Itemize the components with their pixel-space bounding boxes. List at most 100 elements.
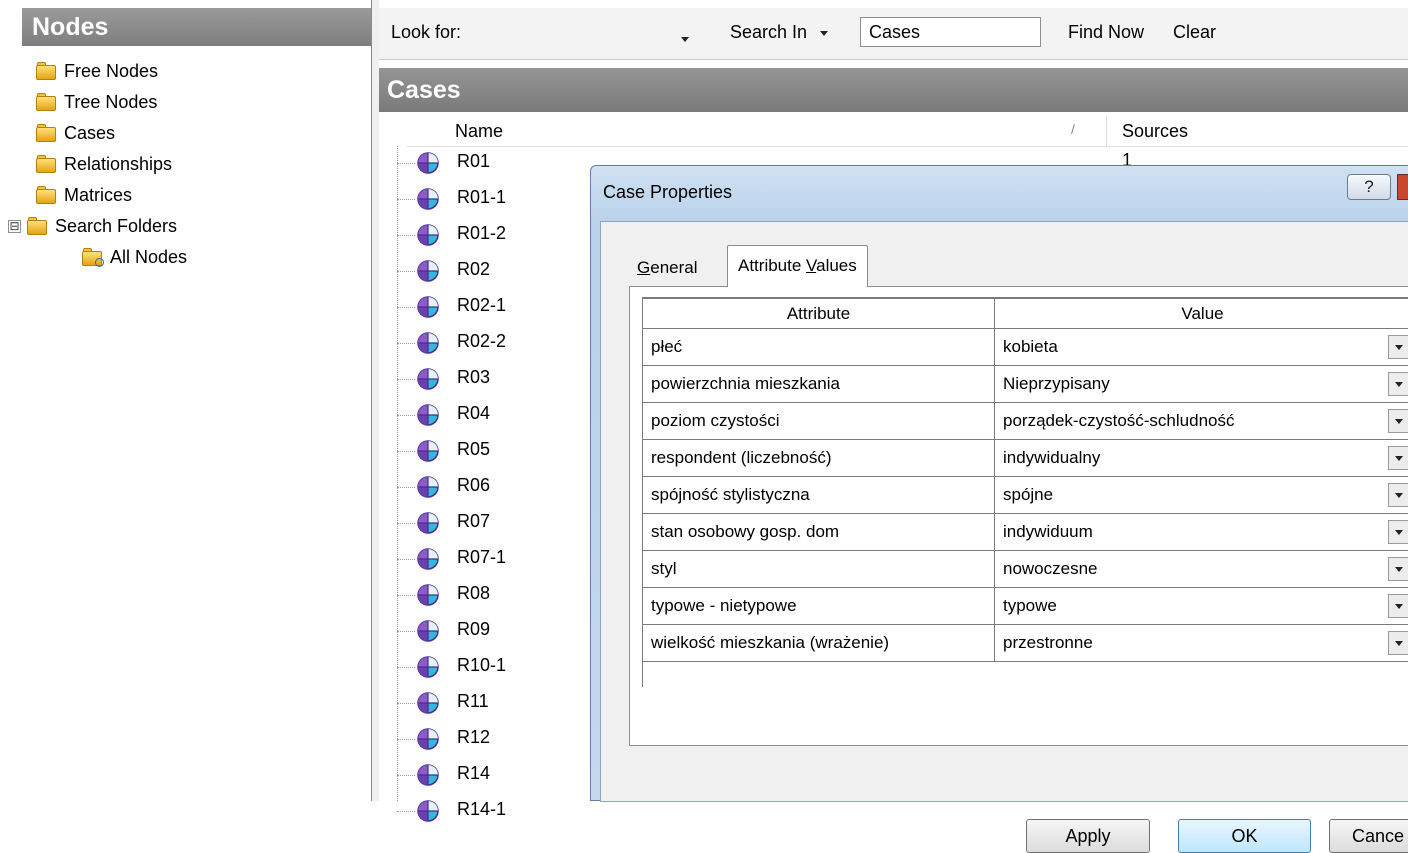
look-for-dropdown[interactable] (681, 28, 689, 49)
case-name: R05 (457, 439, 490, 460)
search-in-button[interactable]: Search In (730, 22, 828, 43)
nav-item-cases[interactable]: Cases (36, 118, 115, 148)
sources-column-header[interactable]: Sources (1122, 121, 1188, 142)
case-name: R03 (457, 367, 490, 388)
attribute-name: wielkość mieszkania (wrażenie) (643, 625, 995, 662)
dialog-body: General Attribute Values Attribute Value… (600, 221, 1408, 802)
attribute-row: poziom czystości porządek-czystość-schlud… (643, 403, 1408, 440)
nav-item-free-nodes[interactable]: Free Nodes (36, 56, 158, 86)
sort-indicator-icon: / (1071, 121, 1075, 137)
nav-item-relationships[interactable]: Relationships (36, 149, 172, 179)
attribute-value-dropdown[interactable]: kobieta (995, 329, 1408, 366)
tree-connector (397, 739, 415, 740)
tab-attribute-values[interactable]: Attribute Values (727, 245, 868, 287)
case-name: R01-1 (457, 187, 506, 208)
cancel-button[interactable]: Cance (1329, 819, 1408, 853)
value-column-header: Value (995, 298, 1408, 329)
case-icon (417, 656, 439, 678)
chevron-down-icon[interactable] (1388, 594, 1408, 618)
close-button[interactable] (1397, 174, 1408, 200)
clear-button[interactable]: Clear (1173, 22, 1216, 43)
attribute-value-dropdown[interactable]: indywidualny (995, 440, 1408, 477)
case-icon (417, 800, 439, 822)
column-divider[interactable] (1106, 116, 1107, 146)
attribute-value: przestronne (1003, 633, 1093, 652)
attribute-values-grid: Attribute Value płećkobietapowierzchnia … (642, 297, 1408, 662)
search-in-label: Search In (730, 22, 807, 42)
nav-item-search-folders[interactable]: ⊟Search Folders (8, 211, 177, 241)
chevron-down-icon[interactable] (1388, 372, 1408, 396)
tree-connector (397, 559, 415, 560)
tree-connector (397, 307, 415, 308)
folder-icon (36, 123, 58, 143)
chevron-down-icon[interactable] (1388, 557, 1408, 581)
apply-button[interactable]: Apply (1026, 819, 1150, 853)
tab-attr-label-pre: Attribute (738, 256, 806, 275)
tree-connector (397, 271, 415, 272)
folder-icon (36, 185, 58, 205)
case-icon (417, 152, 439, 174)
case-icon (417, 512, 439, 534)
tree-connector (397, 811, 415, 812)
case-icon (417, 728, 439, 750)
attribute-value-dropdown[interactable]: typowe (995, 588, 1408, 625)
case-icon (417, 476, 439, 498)
case-name: R09 (457, 619, 490, 640)
chevron-down-icon[interactable] (1388, 335, 1408, 359)
case-icon (417, 440, 439, 462)
case-name: R12 (457, 727, 490, 748)
case-name: R14-1 (457, 799, 506, 820)
find-now-button[interactable]: Find Now (1068, 22, 1144, 43)
attribute-value-dropdown[interactable]: indywiduum (995, 514, 1408, 551)
case-icon (417, 188, 439, 210)
attribute-value-dropdown[interactable]: porządek-czystość-schludność (995, 403, 1408, 440)
collapse-icon[interactable]: ⊟ (8, 220, 21, 233)
attribute-value: nowoczesne (1003, 559, 1098, 578)
name-column-header[interactable]: Name (455, 121, 503, 142)
attribute-value-dropdown[interactable]: przestronne (995, 625, 1408, 662)
attribute-value: typowe (1003, 596, 1057, 615)
nav-item-all-nodes[interactable]: All Nodes (82, 242, 187, 272)
tab-general[interactable]: General (627, 249, 708, 287)
folder-icon (36, 92, 58, 112)
attribute-value: porządek-czystość-schludność (1003, 411, 1234, 430)
tree-connector (397, 199, 415, 200)
cases-title: Cases (379, 68, 1408, 112)
pane-splitter[interactable] (371, 0, 379, 801)
nav-item-tree-nodes[interactable]: Tree Nodes (36, 87, 157, 117)
attribute-row: powierzchnia mieszkaniaNieprzypisany (643, 366, 1408, 403)
case-icon (417, 764, 439, 786)
attribute-value-dropdown[interactable]: spójne (995, 477, 1408, 514)
attribute-name: respondent (liczebność) (643, 440, 995, 477)
search-in-field[interactable] (860, 17, 1041, 47)
case-icon (417, 584, 439, 606)
attribute-name: powierzchnia mieszkania (643, 366, 995, 403)
nav-item-matrices[interactable]: Matrices (36, 180, 132, 210)
attribute-name: stan osobowy gosp. dom (643, 514, 995, 551)
chevron-down-icon[interactable] (1388, 631, 1408, 655)
case-name: R02-2 (457, 331, 506, 352)
tab-attr-mnemonic: V (806, 256, 816, 275)
tree-connector (397, 163, 415, 164)
find-bar: Look for: Search In Find Now Clear (379, 8, 1408, 60)
help-button[interactable]: ? (1347, 174, 1391, 200)
case-name: R10-1 (457, 655, 506, 676)
chevron-down-icon[interactable] (1388, 520, 1408, 544)
attribute-name: poziom czystości (643, 403, 995, 440)
chevron-down-icon[interactable] (1388, 409, 1408, 433)
attribute-values-page: Attribute Value płećkobietapowierzchnia … (629, 286, 1408, 746)
case-properties-dialog: Case Properties ? General Attribute Valu… (590, 165, 1408, 801)
chevron-down-icon[interactable] (1388, 446, 1408, 470)
nav-item-label: Tree Nodes (64, 92, 157, 113)
ok-button[interactable]: OK (1178, 819, 1311, 853)
case-name: R04 (457, 403, 490, 424)
nav-item-label: All Nodes (110, 247, 187, 268)
attribute-value-dropdown[interactable]: nowoczesne (995, 551, 1408, 588)
nav-item-label: Free Nodes (64, 61, 158, 82)
case-icon (417, 296, 439, 318)
chevron-down-icon[interactable] (1388, 483, 1408, 507)
tree-connector (397, 415, 415, 416)
tree-connector (397, 667, 415, 668)
case-name: R07-1 (457, 547, 506, 568)
attribute-value-dropdown[interactable]: Nieprzypisany (995, 366, 1408, 403)
